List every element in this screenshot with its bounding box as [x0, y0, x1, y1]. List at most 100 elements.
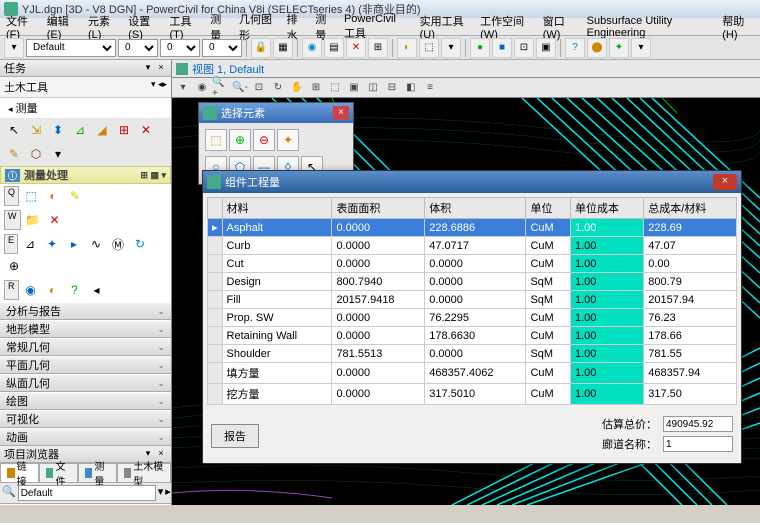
tool-icon[interactable]: ⊿	[20, 234, 40, 254]
delete-icon[interactable]: ✕	[45, 210, 65, 230]
view-tool-icon[interactable]: ≡	[421, 80, 439, 96]
clear-icon[interactable]: ▸	[165, 485, 171, 501]
weight-select[interactable]: 0	[160, 39, 200, 57]
corridor-name-field[interactable]	[663, 436, 733, 452]
tool-icon[interactable]: ▾	[441, 38, 461, 58]
view-tool-icon[interactable]: ◉	[193, 80, 211, 96]
table-header[interactable]: 表面面积	[332, 198, 425, 219]
tool-icon[interactable]: ⊡	[514, 38, 534, 58]
close-icon[interactable]: ×	[713, 174, 737, 190]
project-search-input[interactable]	[18, 485, 156, 501]
tool-icon[interactable]: ▤	[324, 38, 344, 58]
accordion-item[interactable]: 平面几何⌄	[0, 356, 171, 374]
tool-icon[interactable]: ●	[470, 38, 490, 58]
tool-icon[interactable]: ?	[65, 280, 85, 300]
tool-icon[interactable]: ↻	[130, 234, 150, 254]
info-icon[interactable]: ⬤	[587, 38, 607, 58]
table-row[interactable]: 挖方量0.0000317.5010CuM1.00317.50	[208, 384, 737, 405]
project-tab[interactable]: 土木模型	[117, 463, 171, 482]
tool-group-header[interactable]: 土木工具 ▾ ◂▸	[0, 77, 171, 98]
menu-item[interactable]: 工具(T)	[165, 12, 204, 42]
tool-icon[interactable]: ◐	[43, 186, 63, 206]
tool-sub[interactable]: ◂ 测量	[0, 98, 171, 118]
section-controls[interactable]: ⊞ ▦ ▾	[140, 170, 166, 181]
table-row[interactable]: 填方量0.0000468357.4062CuM1.00468357.94	[208, 363, 737, 384]
tool-icon[interactable]: ⇲	[26, 120, 46, 140]
tool-icon[interactable]: ⊞	[368, 38, 388, 58]
table-header[interactable]: 材料	[222, 198, 332, 219]
table-row[interactable]: ▸Asphalt0.0000228.6886CuM1.00228.69	[208, 219, 737, 237]
arrow-tool-icon[interactable]: ↖	[4, 120, 24, 140]
help-icon[interactable]: ?	[565, 38, 585, 58]
close-icon[interactable]: ×	[155, 62, 167, 74]
accordion-item[interactable]: 动画⌄	[0, 428, 171, 446]
accordion-item[interactable]: 纵面几何⌄	[0, 374, 171, 392]
tool-icon[interactable]: ▾	[48, 144, 68, 164]
view-tool-icon[interactable]: ⬚	[326, 80, 344, 96]
tool-icon[interactable]: ⬍	[48, 120, 68, 140]
table-row[interactable]: Cut0.00000.0000CuM1.000.00	[208, 255, 737, 273]
tool-icon[interactable]: ▣	[536, 38, 556, 58]
project-tab[interactable]: 链接	[0, 463, 39, 482]
dropdown-icon[interactable]: ▾	[158, 485, 164, 501]
grid-icon[interactable]: ▦	[273, 38, 293, 58]
tool-icon[interactable]: ⊞	[114, 120, 134, 140]
menu-item[interactable]: Subsurface Utility Engineering	[583, 14, 717, 40]
tool-icon[interactable]: 📁	[23, 210, 43, 230]
view-tool-icon[interactable]: ⊟	[383, 80, 401, 96]
tool-icon[interactable]: ◂	[87, 280, 107, 300]
table-row[interactable]: Shoulder781.55130.0000SqM1.00781.55	[208, 345, 737, 363]
project-tab[interactable]: 测量	[78, 463, 117, 482]
total-value-field[interactable]	[663, 416, 733, 432]
project-tab[interactable]: 文件	[39, 463, 78, 482]
toolbar-btn[interactable]: ▾	[4, 38, 24, 58]
table-row[interactable]: Design800.79400.0000SqM1.00800.79	[208, 273, 737, 291]
menu-item[interactable]: 元素(L)	[84, 12, 122, 42]
tool-icon[interactable]: ◐	[397, 38, 417, 58]
table-row[interactable]: Fill20157.94180.0000SqM1.0020157.94	[208, 291, 737, 309]
pencil-icon[interactable]: ✎	[65, 186, 85, 206]
view-tool-icon[interactable]: ⊞	[307, 80, 325, 96]
table-row[interactable]: Retaining Wall0.0000178.6630CuM1.00178.6…	[208, 327, 737, 345]
pin-icon[interactable]: ▾	[142, 62, 154, 74]
accordion-item[interactable]: 绘图⌄	[0, 392, 171, 410]
table-header[interactable]: 体积	[425, 198, 526, 219]
color-select[interactable]: 0	[202, 39, 242, 57]
fit-icon[interactable]: ⊡	[250, 80, 268, 96]
delete-tool-icon[interactable]: ✕	[136, 120, 156, 140]
select-add-icon[interactable]: ⊕	[229, 129, 251, 151]
table-row[interactable]: Prop. SW0.000076.2295CuM1.0076.23	[208, 309, 737, 327]
tool-icon[interactable]: ⊕	[4, 256, 24, 276]
tool-icon[interactable]: ◉	[21, 280, 41, 300]
accordion-item[interactable]: 地形模型⌄	[0, 320, 171, 338]
table-row[interactable]: Curb0.000047.0717CuM1.0047.07	[208, 237, 737, 255]
lock-icon[interactable]: 🔒	[251, 38, 271, 58]
close-icon[interactable]: ×	[333, 106, 349, 120]
zoom-icon[interactable]: 🔍+	[212, 80, 230, 96]
tool-icon[interactable]: Ⓜ	[108, 234, 128, 254]
style-select[interactable]: 0	[118, 39, 158, 57]
tool-icon[interactable]: ⬚	[21, 186, 41, 206]
table-header[interactable]: 单位	[526, 198, 571, 219]
accordion-item[interactable]: 可视化⌄	[0, 410, 171, 428]
tool-icon[interactable]: ◉	[302, 38, 322, 58]
tool-icon[interactable]: ∿	[86, 234, 106, 254]
tool-icon[interactable]: ◐	[43, 280, 63, 300]
rotate-icon[interactable]: ↻	[269, 80, 287, 96]
accordion-item[interactable]: 常规几何⌄	[0, 338, 171, 356]
select-star-icon[interactable]: ✦	[277, 129, 299, 151]
tool-icon[interactable]: ✦	[42, 234, 62, 254]
table-header[interactable]: 单位成本	[571, 198, 644, 219]
tool-icon[interactable]: ⬚	[419, 38, 439, 58]
quantities-dialog[interactable]: 组件工程量 × 材料表面面积体积单位单位成本总成本/材料 ▸Asphalt0.0…	[202, 170, 742, 464]
view-tool-icon[interactable]: ◧	[402, 80, 420, 96]
tool-icon[interactable]: ✕	[346, 38, 366, 58]
tool-icon[interactable]: ▾	[631, 38, 651, 58]
select-sub-icon[interactable]: ⊖	[253, 129, 275, 151]
report-button[interactable]: 报告	[211, 424, 259, 448]
tool-icon[interactable]: ✎	[4, 144, 24, 164]
menu-item[interactable]: 编辑(E)	[43, 12, 82, 42]
menu-item[interactable]: 设置(S)	[124, 12, 163, 42]
tool-icon[interactable]: ■	[492, 38, 512, 58]
view-tool-icon[interactable]: ▾	[174, 80, 192, 96]
